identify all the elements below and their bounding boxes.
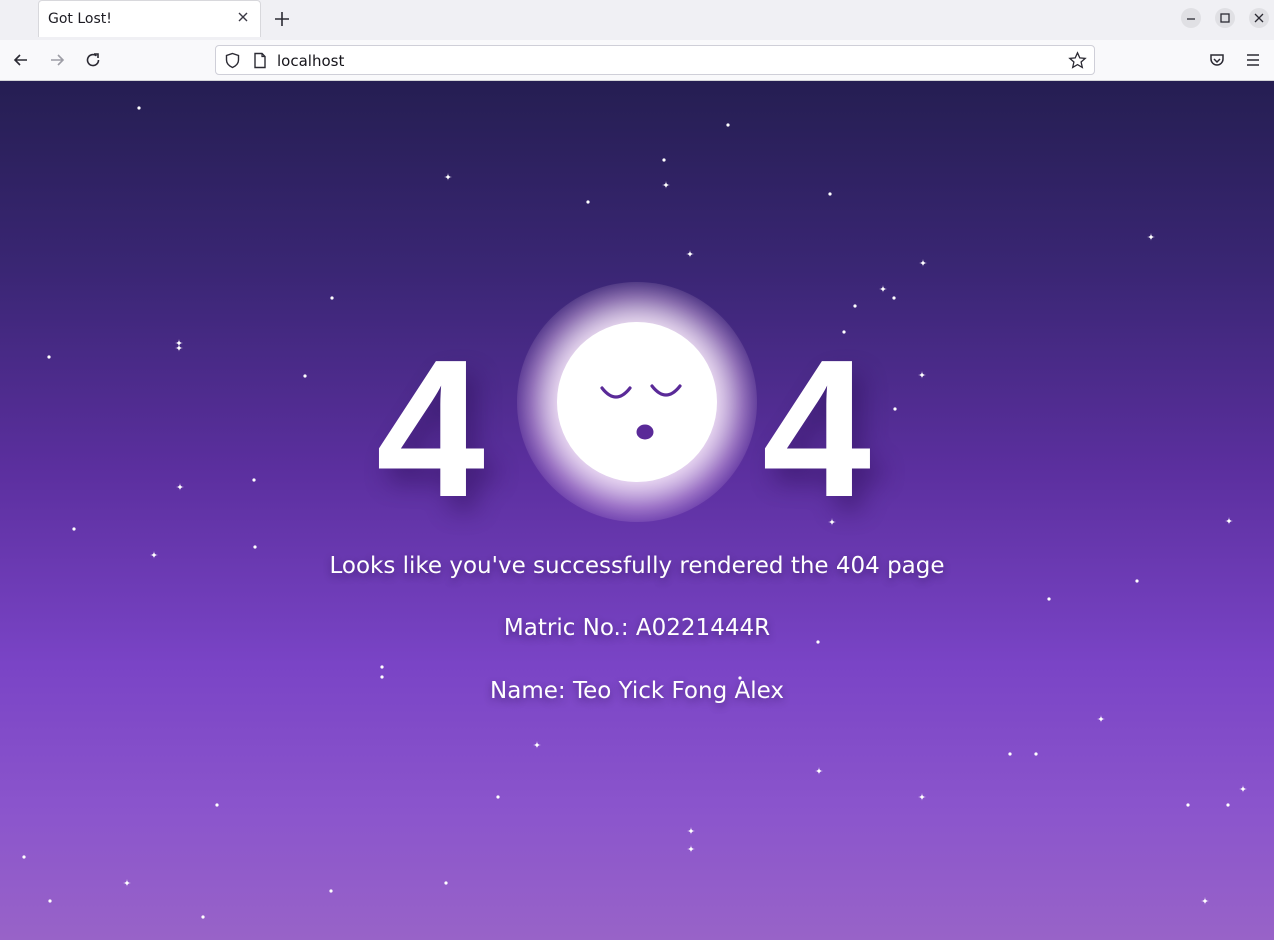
star-sparkle — [444, 173, 452, 181]
page-icon — [254, 52, 266, 69]
star-dot — [1135, 579, 1139, 583]
star-sparkle — [533, 741, 541, 749]
star-sparkle — [175, 344, 183, 352]
star-dot — [726, 123, 730, 127]
tab-title: Got Lost! — [48, 11, 112, 27]
star-dot — [1047, 597, 1051, 601]
star-dot — [444, 881, 448, 885]
close-icon — [1254, 13, 1264, 23]
star-dot — [1008, 752, 1012, 756]
address-bar[interactable]: localhost — [215, 45, 1095, 75]
page-viewport: 4 4 Looks like you've successfully rende… — [0, 81, 1274, 940]
star-dot — [380, 665, 384, 669]
maximize-icon — [1220, 13, 1230, 23]
star-dot — [828, 192, 832, 196]
star-dot — [201, 915, 205, 919]
minimize-icon — [1187, 18, 1195, 20]
pocket-icon[interactable] — [1207, 50, 1227, 70]
star-dot — [1186, 803, 1190, 807]
star-sparkle — [879, 285, 887, 293]
star-sparkle — [815, 767, 823, 775]
tab-strip: Got Lost! — [0, 0, 1274, 40]
back-icon[interactable] — [11, 50, 31, 70]
star-dot — [330, 296, 334, 300]
star-sparkle — [918, 371, 926, 379]
star-dot — [662, 158, 666, 162]
close-icon[interactable] — [234, 8, 252, 26]
star-dot — [892, 296, 896, 300]
star-dot — [893, 407, 897, 411]
matric-number: Matric No.: A0221444R — [503, 615, 771, 641]
menu-icon[interactable] — [1243, 50, 1263, 70]
moon-face-icon — [600, 384, 682, 440]
sleeping-moon — [557, 322, 717, 482]
shield-icon[interactable] — [224, 52, 241, 69]
close-window-button[interactable] — [1249, 8, 1269, 28]
star-dot — [1034, 752, 1038, 756]
maximize-button[interactable] — [1215, 8, 1235, 28]
star-sparkle — [1201, 897, 1209, 905]
plus-icon[interactable] — [272, 9, 292, 29]
reload-icon[interactable] — [83, 50, 103, 70]
star-dot — [215, 803, 219, 807]
url-text[interactable]: localhost — [277, 52, 344, 70]
star-sparkle — [1225, 517, 1233, 525]
star-dot — [137, 106, 141, 110]
star-dot — [22, 855, 26, 859]
star-sparkle — [686, 250, 694, 258]
star-dot — [252, 478, 256, 482]
star-dot — [1226, 803, 1230, 807]
error-message: Looks like you've successfully rendered … — [329, 553, 945, 579]
star-sparkle — [918, 793, 926, 801]
tab-got-lost[interactable]: Got Lost! — [38, 0, 261, 37]
star-sparkle — [662, 181, 670, 189]
star-sparkle — [1147, 233, 1155, 241]
star-dot — [48, 899, 52, 903]
star-dot — [253, 545, 257, 549]
student-name: Name: Teo Yick Fong Alex — [490, 678, 784, 704]
minimize-button[interactable] — [1181, 8, 1201, 28]
star-sparkle — [687, 845, 695, 853]
forward-icon[interactable] — [47, 50, 67, 70]
star-sparkle — [123, 879, 131, 887]
star-dot — [329, 889, 333, 893]
star-sparkle — [1097, 715, 1105, 723]
star-sparkle — [1239, 785, 1247, 793]
star-dot — [47, 355, 51, 359]
star-dot — [72, 527, 76, 531]
star-sparkle — [687, 827, 695, 835]
star-dot — [496, 795, 500, 799]
star-icon[interactable] — [1068, 51, 1087, 70]
star-dot — [853, 304, 857, 308]
star-sparkle — [176, 483, 184, 491]
star-dot — [586, 200, 590, 204]
error-digit-right: 4 — [762, 319, 872, 538]
star-dot — [303, 374, 307, 378]
star-sparkle — [919, 259, 927, 267]
error-digit-left: 4 — [376, 319, 486, 538]
